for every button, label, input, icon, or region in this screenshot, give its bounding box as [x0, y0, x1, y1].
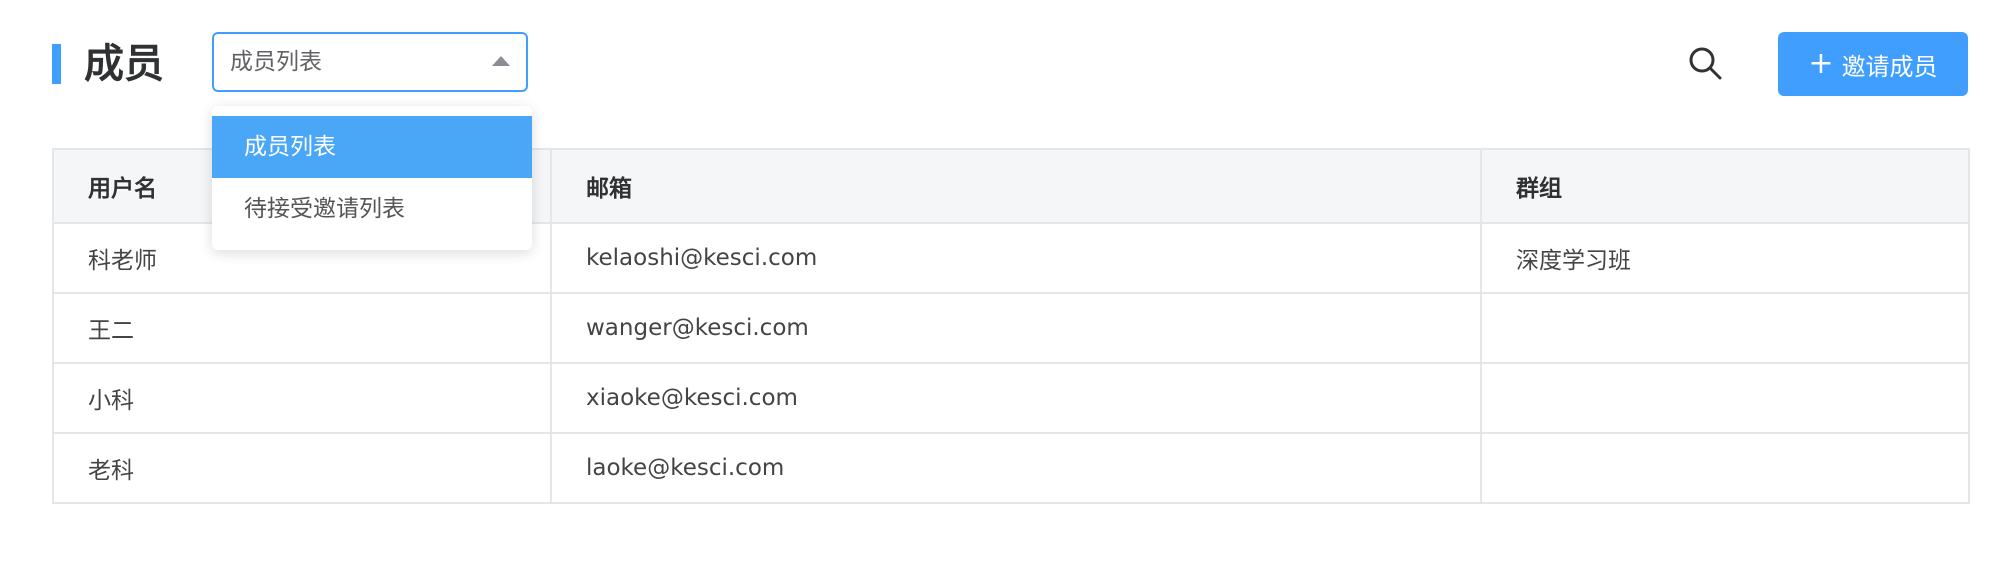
cell-group: 深度学习班: [1480, 222, 1970, 294]
cell-username: 老科: [52, 432, 552, 504]
table-row[interactable]: 小科 xiaoke@kesci.com: [52, 362, 1970, 434]
caret-up-icon: [492, 56, 510, 66]
title-accent-bar: [52, 44, 61, 84]
table-row[interactable]: 老科 laoke@kesci.com: [52, 432, 1970, 504]
page-title: 成员: [84, 41, 164, 87]
invite-member-button[interactable]: + 邀请成员: [1778, 32, 1968, 96]
cell-group: [1480, 292, 1970, 364]
table-row[interactable]: 王二 wanger@kesci.com: [52, 292, 1970, 364]
dropdown-option-pending-invites[interactable]: 待接受邀请列表: [212, 178, 532, 240]
column-header-email[interactable]: 邮箱: [550, 148, 1482, 224]
cell-email: xiaoke@kesci.com: [550, 362, 1482, 434]
list-type-select[interactable]: 成员列表: [212, 32, 528, 92]
cell-username: 小科: [52, 362, 552, 434]
column-header-group[interactable]: 群组: [1480, 148, 1970, 224]
cell-email: kelaoshi@kesci.com: [550, 222, 1482, 294]
members-page: 成员 成员列表 + 邀请成员 用户名 邮箱 群组 科老师 kelaoshi@ke…: [0, 0, 2016, 574]
select-value: 成员列表: [230, 49, 322, 75]
cell-email: wanger@kesci.com: [550, 292, 1482, 364]
search-icon: [1689, 47, 1722, 80]
plus-icon: +: [1808, 46, 1834, 81]
cell-email: laoke@kesci.com: [550, 432, 1482, 504]
dropdown-option-member-list[interactable]: 成员列表: [212, 116, 532, 178]
invite-member-label: 邀请成员: [1841, 52, 1938, 81]
list-type-dropdown: 成员列表 待接受邀请列表: [212, 106, 532, 250]
cell-group: [1480, 432, 1970, 504]
cell-group: [1480, 362, 1970, 434]
search-button[interactable]: [1686, 44, 1726, 84]
cell-username: 王二: [52, 292, 552, 364]
